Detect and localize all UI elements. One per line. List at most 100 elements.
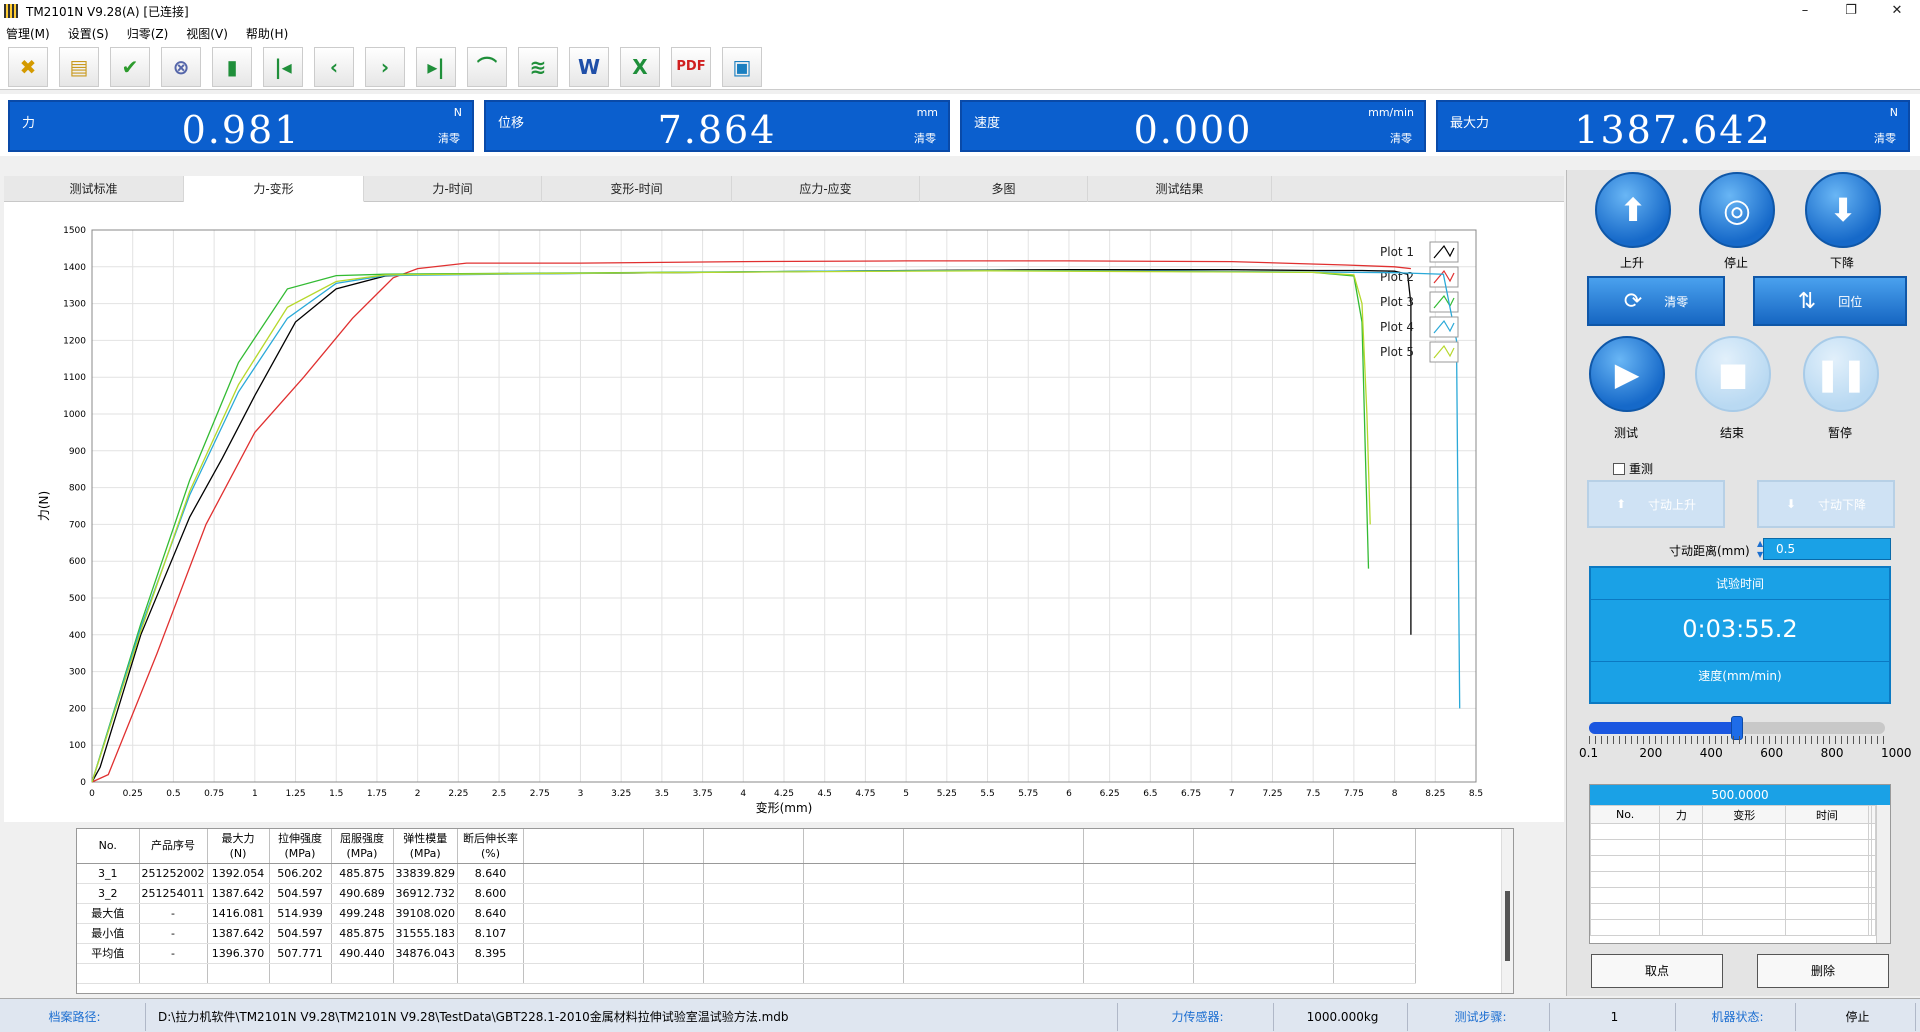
previous-button[interactable]: ‹ xyxy=(314,46,354,87)
x-tick-label: 1 xyxy=(252,789,258,799)
table-cell xyxy=(207,963,270,984)
table-cell xyxy=(1193,903,1334,924)
delete-record-button[interactable]: ⊗ xyxy=(161,46,201,87)
table-cell xyxy=(523,883,644,904)
tab-2[interactable]: 力-时间 xyxy=(364,176,542,202)
x-tick-label: 1.25 xyxy=(286,789,306,799)
jog-distance-spinner[interactable]: ▲ ▼ xyxy=(1757,538,1769,560)
legend-swatch-box xyxy=(1429,291,1459,313)
menu-settings[interactable]: 设置(S) xyxy=(68,25,109,42)
jog-down-label: 寸动下降 xyxy=(1818,497,1867,512)
table-row[interactable]: 3_1 251252002 1392.054 506.202 485.875 33839.… xyxy=(77,863,1416,884)
table-cell: 504.597 xyxy=(269,923,332,944)
menu-view[interactable]: 视图(V) xyxy=(186,25,228,42)
speed-slider-fill xyxy=(1589,722,1737,734)
force-zero-button[interactable]: 清零 xyxy=(438,130,460,146)
tab-5[interactable]: 多图 xyxy=(920,176,1088,202)
pause-button[interactable]: ❚❚ xyxy=(1803,336,1879,412)
table-cell: 1396.370 xyxy=(207,943,270,964)
x-tick-label: 1.75 xyxy=(367,789,387,799)
title-bar: TM2101N V9.28(A) [已连接] – ❐ ✕ xyxy=(0,0,1920,22)
return-label: 回位 xyxy=(1838,294,1863,309)
maximize-button[interactable]: ❐ xyxy=(1828,0,1874,22)
end-button[interactable]: ■ xyxy=(1695,336,1771,412)
retest-checkbox[interactable]: 重测 xyxy=(1613,460,1653,477)
down-button[interactable]: ⬇ xyxy=(1805,172,1881,248)
tab-3[interactable]: 变形-时间 xyxy=(542,176,732,202)
max-force-zero-button[interactable]: 清零 xyxy=(1874,130,1896,146)
column-header xyxy=(1193,829,1334,864)
table-cell xyxy=(1193,943,1334,964)
points-cell xyxy=(1785,919,1869,936)
points-cell xyxy=(1785,903,1869,920)
curve-button[interactable]: ⌒ xyxy=(467,46,507,87)
control-panel: ⬆ 上升 ◎ 停止 ⬇ 下降 ⟳ 清零 ⇅ 回位 ▶ 测试 ■ 结束 ❚❚ 暂停… xyxy=(1566,170,1920,996)
jog-down-button[interactable]: ⬇ 寸动下降 xyxy=(1757,480,1895,528)
up-button[interactable]: ⬆ xyxy=(1595,172,1671,248)
tab-0[interactable]: 测试标准 xyxy=(4,176,184,202)
monitor-button[interactable]: ▣ xyxy=(722,46,762,87)
table-row[interactable]: 最小值 -1387.642 504.597 485.875 31555.183 8.107 xyxy=(77,923,1416,944)
table-cell: 3_2 xyxy=(77,883,140,904)
table-cell xyxy=(523,923,644,944)
tab-6[interactable]: 测试结果 xyxy=(1088,176,1272,202)
last-button[interactable]: ▸| xyxy=(416,46,456,87)
x-tick-label: 3.25 xyxy=(611,789,631,799)
stop-circle-icon: ◎ xyxy=(1723,191,1751,229)
pdf-export-button[interactable]: PDF xyxy=(671,46,711,87)
refresh-icon: ⟳ xyxy=(1623,288,1643,314)
jog-down-icon: ⬇ xyxy=(1785,497,1797,511)
x-tick-label: 4 xyxy=(740,789,746,799)
legend-label: Plot 4 xyxy=(1380,320,1414,334)
y-tick-label: 1400 xyxy=(63,263,86,273)
points-column-header: 力 xyxy=(1659,805,1704,824)
points-cell xyxy=(1871,855,1876,872)
multi-curve-button[interactable]: ≋ xyxy=(518,46,558,87)
open-folder-button[interactable]: ▤ xyxy=(59,46,99,87)
table-cell xyxy=(903,863,1084,884)
take-point-button[interactable]: 取点 xyxy=(1591,954,1723,988)
jog-distance-input[interactable]: 0.5 xyxy=(1763,538,1891,560)
excel-export-button[interactable]: X xyxy=(620,46,660,87)
table-cell xyxy=(703,963,804,984)
speed-readout: 速度 mm/min 0.000 清零 xyxy=(960,100,1426,152)
stop-button[interactable]: ◎ xyxy=(1699,172,1775,248)
trash-icon: ▮ xyxy=(226,54,238,79)
x-tick-label: 0 xyxy=(89,789,95,799)
close-button[interactable]: ✕ xyxy=(1874,0,1920,22)
zero-button[interactable]: ⟳ 清零 xyxy=(1587,276,1725,326)
next-button[interactable]: › xyxy=(365,46,405,87)
machine-state-label: 机器状态: xyxy=(1680,1003,1796,1031)
jog-up-button[interactable]: ⬆ 寸动上升 xyxy=(1587,480,1725,528)
checkbox-box[interactable] xyxy=(1613,462,1625,475)
trash-button[interactable]: ▮ xyxy=(212,46,252,87)
column-header xyxy=(803,829,904,864)
results-scrollbar[interactable] xyxy=(1501,829,1513,993)
pause-label: 暂停 xyxy=(1827,426,1852,440)
table-cell xyxy=(643,963,704,984)
displacement-zero-button[interactable]: 清零 xyxy=(914,130,936,146)
speed-zero-button[interactable]: 清零 xyxy=(1390,130,1412,146)
menu-help[interactable]: 帮助(H) xyxy=(246,25,288,42)
settings-tool-button[interactable]: ✖ xyxy=(8,46,48,87)
minimize-button[interactable]: – xyxy=(1782,0,1828,22)
table-row[interactable]: 平均值 -1396.370 507.771 490.440 34876.043 8.395 xyxy=(77,943,1416,964)
word-export-button[interactable]: W xyxy=(569,46,609,87)
tab-1[interactable]: 力-变形 xyxy=(184,176,364,202)
first-button[interactable]: |◂ xyxy=(263,46,303,87)
table-cell xyxy=(1083,883,1194,904)
points-scrollbar[interactable] xyxy=(1876,805,1890,943)
points-cell xyxy=(1785,887,1869,904)
return-button[interactable]: ⇅ 回位 xyxy=(1753,276,1907,326)
table-row[interactable]: 3_2 251254011 1387.642 504.597 490.689 36912.… xyxy=(77,883,1416,904)
table-row[interactable]: 最大值 -1416.081 514.939 499.248 39108.020 8.640 xyxy=(77,903,1416,924)
readout-value: 1387.642 xyxy=(1574,108,1772,152)
test-button[interactable]: ▶ xyxy=(1589,336,1665,412)
speed-slider[interactable] xyxy=(1589,716,1885,740)
menu-zero[interactable]: 归零(Z) xyxy=(127,25,169,42)
tab-4[interactable]: 应力-应变 xyxy=(732,176,920,202)
points-cell xyxy=(1659,823,1704,840)
delete-button[interactable]: 删除 xyxy=(1757,954,1889,988)
menu-manage[interactable]: 管理(M) xyxy=(6,25,50,42)
check-report-button[interactable]: ✔ xyxy=(110,46,150,87)
